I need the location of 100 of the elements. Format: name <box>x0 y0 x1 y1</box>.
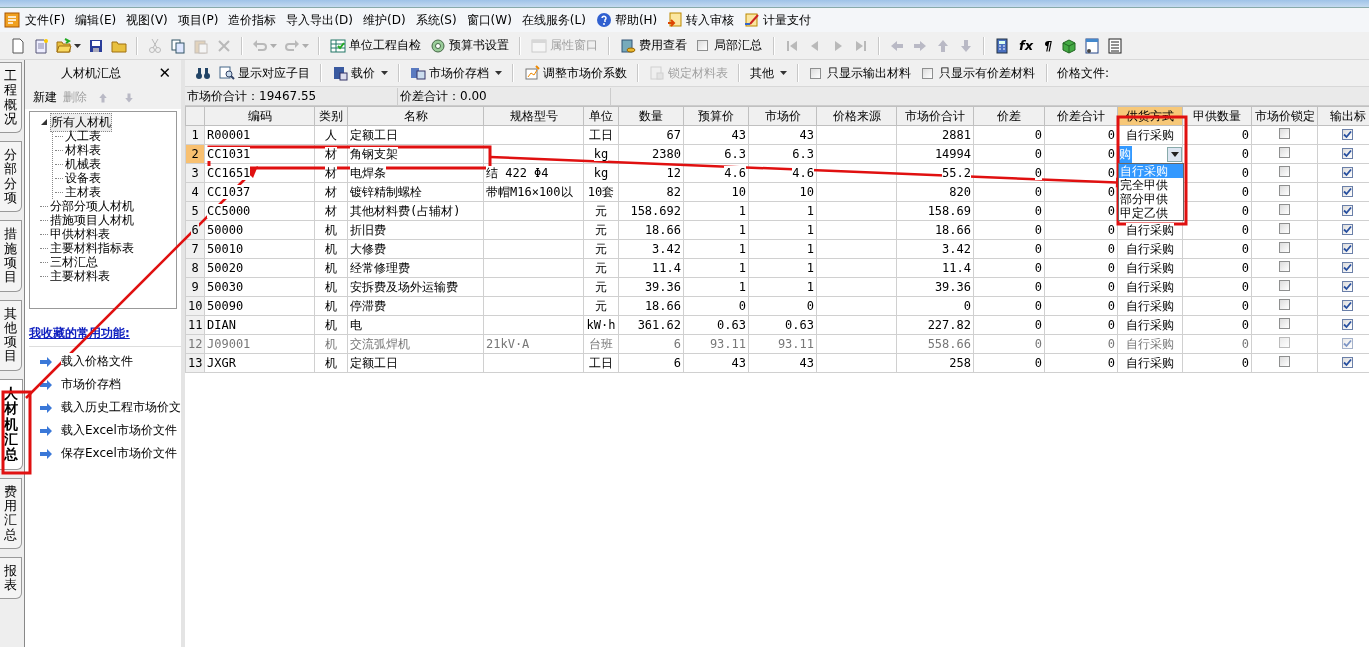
checkbox[interactable] <box>1342 186 1353 197</box>
toolbar-button[interactable]: 载价 <box>329 62 391 84</box>
side-tab[interactable]: 措施项目 <box>0 220 22 292</box>
table-cell: CC1031 <box>207 147 251 161</box>
dropdown-button[interactable] <box>1167 146 1182 162</box>
column-header[interactable]: 价差 <box>973 106 1045 126</box>
checkbox[interactable] <box>1342 205 1353 216</box>
menu-item[interactable]: 转入审核 <box>662 11 740 29</box>
favorite-link[interactable]: 载入价格文件 <box>61 353 133 370</box>
app-icon[interactable] <box>4 12 20 28</box>
checkbox[interactable] <box>1342 148 1353 159</box>
checkbox[interactable] <box>1279 147 1290 158</box>
expander-icon[interactable] <box>40 118 48 126</box>
side-tab[interactable]: 工程概况 <box>0 62 22 134</box>
side-tab[interactable]: 分部分项 <box>0 141 22 213</box>
favorite-link[interactable]: 载入历史工程市场价文 <box>61 399 181 416</box>
menu-item[interactable]: 视图(V) <box>121 11 173 29</box>
dropdown-option[interactable]: 甲定乙供 <box>1119 206 1183 220</box>
column-header[interactable]: 输出标 <box>1317 106 1369 126</box>
column-header[interactable]: 预算价 <box>683 106 749 126</box>
row-number[interactable]: 2 <box>191 147 199 161</box>
column-header[interactable]: 规格型号 <box>483 106 584 126</box>
column-header[interactable]: 类别 <box>314 106 348 126</box>
toolbar-button[interactable]: 单位工程自检 <box>327 35 424 56</box>
menu-item[interactable]: 造价指标 <box>223 11 282 29</box>
favorite-link[interactable]: 市场价存档 <box>61 376 121 393</box>
checkbox[interactable] <box>810 67 821 79</box>
favorite-link[interactable]: 保存Excel市场价文件 <box>61 445 177 462</box>
panel-action[interactable]: 新建 <box>33 89 57 106</box>
checkbox[interactable] <box>1279 223 1290 234</box>
toolbar-button[interactable]: 预算书设置 <box>427 35 512 56</box>
checkbox[interactable] <box>1342 243 1353 254</box>
checkbox[interactable] <box>1342 224 1353 235</box>
checkbox[interactable] <box>1342 129 1353 140</box>
checkbox[interactable] <box>1342 319 1353 330</box>
menu-item[interactable]: 项目(P) <box>172 11 224 29</box>
row-number[interactable]: 5 <box>191 204 199 218</box>
table-cell: 0 <box>1241 223 1249 237</box>
row-number[interactable]: 11 <box>188 318 203 332</box>
row-number[interactable]: 9 <box>191 280 199 294</box>
table-cell: 带帽M16×100以 <box>486 184 573 199</box>
toolbar-button[interactable]: 市场价存档 <box>407 62 505 84</box>
close-button[interactable]: ✕ <box>158 64 171 82</box>
dropdown-option[interactable]: 完全甲供 <box>1119 178 1183 192</box>
toolbar-button[interactable]: 其他 <box>747 62 790 84</box>
toolbar-button[interactable]: 显示对应子目 <box>216 62 313 84</box>
table-cell: 0 <box>1107 166 1115 180</box>
column-header[interactable]: 甲供数量 <box>1182 106 1252 126</box>
checkbox[interactable] <box>1342 262 1353 273</box>
column-header[interactable]: 编码 <box>204 106 315 126</box>
menu-item[interactable]: 维护(D) <box>358 11 411 29</box>
row-number[interactable]: 13 <box>188 356 203 370</box>
column-header[interactable]: 数量 <box>618 106 684 126</box>
checkbox[interactable] <box>1279 318 1290 329</box>
checkbox[interactable] <box>1279 280 1290 291</box>
column-header[interactable]: 市场价锁定 <box>1251 106 1318 126</box>
menu-item[interactable]: 计量支付 <box>739 11 817 29</box>
checkbox[interactable] <box>1279 185 1290 196</box>
menu-item[interactable]: 文件(F) <box>20 11 71 29</box>
checkbox[interactable] <box>1342 300 1353 311</box>
menu-item[interactable]: 帮助(H) <box>590 11 663 29</box>
checkbox[interactable] <box>1342 357 1353 368</box>
row-number[interactable]: 10 <box>188 299 203 313</box>
menu-item[interactable]: 编辑(E) <box>70 11 122 29</box>
checkbox[interactable] <box>1279 299 1290 310</box>
row-number[interactable]: 3 <box>191 166 199 180</box>
side-tab[interactable]: 报表 <box>0 556 22 600</box>
toolbar-button[interactable]: 费用查看 <box>617 35 690 56</box>
favorite-link[interactable]: 载入Excel市场价文件 <box>61 422 177 439</box>
menu-item[interactable]: 窗口(W) <box>461 11 517 29</box>
toolbar-button[interactable]: fx <box>1015 38 1038 53</box>
checkbox[interactable] <box>1279 128 1290 139</box>
column-header[interactable]: 市场价合计 <box>896 106 974 126</box>
checkbox[interactable] <box>1342 281 1353 292</box>
checkbox[interactable] <box>1342 167 1353 178</box>
checkbox[interactable] <box>1279 204 1290 215</box>
dropdown-option[interactable]: 部分甲供 <box>1119 192 1183 206</box>
checkbox[interactable] <box>1279 261 1290 272</box>
side-tab[interactable]: 费用汇总 <box>0 477 22 549</box>
row-number[interactable]: 7 <box>191 242 199 256</box>
column-header[interactable]: 市场价 <box>748 106 817 126</box>
checkbox[interactable] <box>1279 356 1290 367</box>
folder-open-icon[interactable] <box>54 35 83 56</box>
column-header[interactable]: 单位 <box>583 106 619 126</box>
row-number[interactable]: 1 <box>191 128 199 142</box>
toolbar-button[interactable]: ¶ <box>1040 38 1057 53</box>
table-cell: 43 <box>799 128 814 142</box>
column-header[interactable]: 名称 <box>347 106 484 126</box>
checkbox[interactable] <box>697 40 708 51</box>
checkbox[interactable] <box>1279 242 1290 253</box>
checkbox[interactable] <box>922 67 933 79</box>
checkbox[interactable] <box>1279 166 1290 177</box>
row-number[interactable]: 6 <box>191 223 199 237</box>
row-number[interactable]: 8 <box>191 261 199 275</box>
row-number[interactable]: 4 <box>191 185 199 199</box>
menu-item[interactable]: 系统(S) <box>410 11 462 29</box>
side-tab[interactable]: 其他项目 <box>0 299 22 371</box>
toolbar-button[interactable]: 调整市场价系数 <box>521 62 630 84</box>
column-header[interactable]: 价差合计 <box>1044 106 1118 126</box>
column-header[interactable]: 价格来源 <box>816 106 897 126</box>
